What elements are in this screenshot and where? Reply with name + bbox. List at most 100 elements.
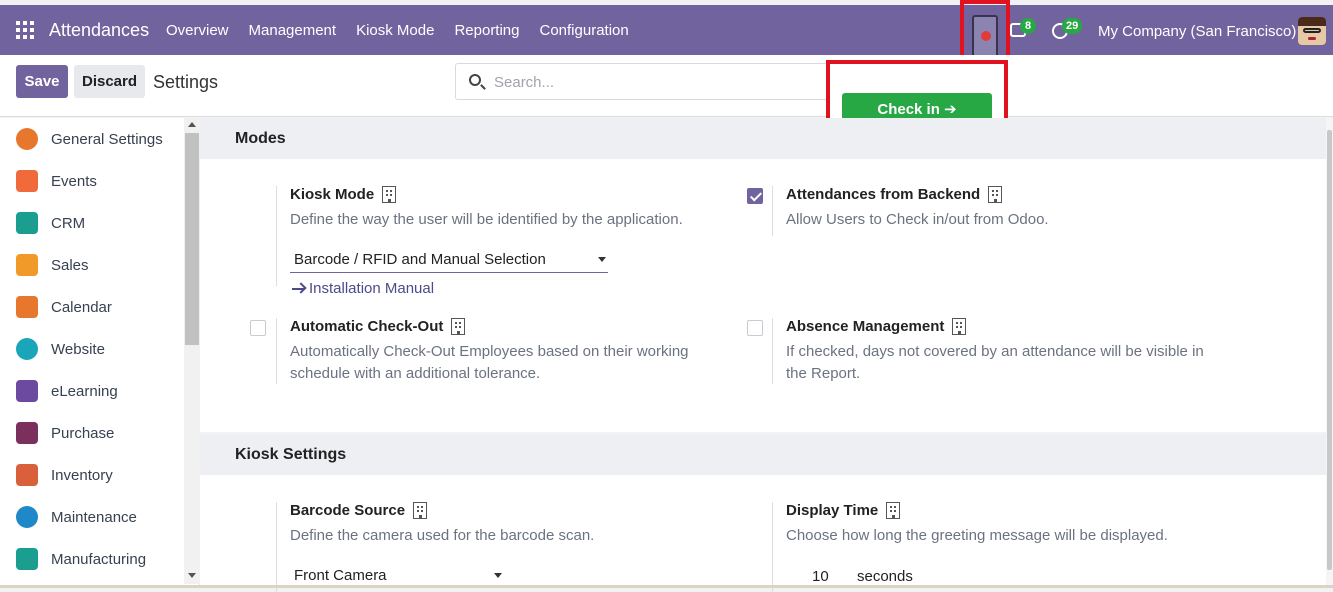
display-time-unit: seconds <box>857 568 913 585</box>
scroll-up-arrow-icon[interactable] <box>188 122 196 127</box>
absence-management-checkbox[interactable] <box>747 320 763 336</box>
menu-configuration[interactable]: Configuration <box>540 22 629 39</box>
page-title: Settings <box>153 72 219 92</box>
company-setting-icon <box>451 318 466 335</box>
sidebar-item-label: eLearning <box>51 382 118 400</box>
setting-description: Define the way the user will be identifi… <box>290 211 683 228</box>
setting-attendances-backend: Attendances from Backend Allow Users to … <box>772 186 1216 236</box>
sidebar-item-label: General Settings <box>51 130 163 148</box>
setting-barcode-source: Barcode Source Define the camera used fo… <box>276 502 720 592</box>
sidebar-item-elearning[interactable]: eLearning <box>16 379 118 403</box>
section-header-kiosk-settings: Kiosk Settings <box>200 434 1326 475</box>
menu-reporting[interactable]: Reporting <box>454 22 519 39</box>
sidebar-item-general-settings[interactable]: General Settings <box>16 127 163 151</box>
settings-content: Modes Kiosk Mode Define the way the user… <box>200 118 1326 592</box>
app-menu-grid-icon[interactable] <box>16 21 34 39</box>
sidebar-item-calendar[interactable]: Calendar <box>16 295 112 319</box>
sidebar-scrollbar-thumb[interactable] <box>185 133 199 345</box>
sidebar-item-label: Website <box>51 340 105 358</box>
company-setting-icon <box>988 186 1003 203</box>
setting-description: Allow Users to Check in/out from Odoo. <box>786 211 1049 228</box>
search-box[interactable] <box>455 63 835 100</box>
sidebar-item-maintenance[interactable]: Maintenance <box>16 505 137 529</box>
sidebar-item-label: Maintenance <box>51 508 137 526</box>
activity-count-badge: 29 <box>1062 18 1083 34</box>
company-switcher[interactable]: My Company (San Francisco) <box>1098 23 1296 40</box>
website-icon <box>16 338 38 360</box>
user-avatar[interactable] <box>1298 17 1326 45</box>
arrow-right-icon <box>292 287 304 290</box>
sidebar-item-label: Inventory <box>51 466 113 484</box>
setting-description: Automatically Check-Out Employees based … <box>290 343 689 382</box>
auto-checkout-checkbox[interactable] <box>250 320 266 336</box>
setting-automatic-checkout: Automatic Check-Out Automatically Check-… <box>276 318 710 385</box>
sidebar-item-events[interactable]: Events <box>16 169 97 193</box>
calendar-icon <box>16 296 38 318</box>
top-navbar: Attendances Overview Management Kiosk Mo… <box>0 5 1333 59</box>
sidebar-item-inventory[interactable]: Inventory <box>16 463 113 487</box>
chevron-down-icon <box>598 257 606 262</box>
sidebar-item-crm[interactable]: CRM <box>16 211 85 235</box>
section-header-modes: Modes <box>200 118 1326 159</box>
highlight-frame-systray <box>960 0 1010 60</box>
sidebar-item-label: CRM <box>51 214 86 232</box>
sidebar-item-label: Manufacturing <box>51 550 147 568</box>
company-setting-icon <box>413 502 428 519</box>
sidebar-item-label: Calendar <box>51 298 112 316</box>
backend-checkbox[interactable] <box>747 188 763 204</box>
main-menu: Overview Management Kiosk Mode Reporting… <box>166 22 629 39</box>
kiosk-mode-select[interactable]: Barcode / RFID and Manual Selection <box>290 247 608 273</box>
sidebar-item-purchase[interactable]: Purchase <box>16 421 114 445</box>
sidebar-item-website[interactable]: Website <box>16 337 105 361</box>
events-icon <box>16 170 38 192</box>
setting-kiosk-mode: Kiosk Mode Define the way the user will … <box>276 186 720 286</box>
setting-absence-management: Absence Management If checked, days not … <box>772 318 1206 385</box>
chevron-down-icon <box>494 573 502 578</box>
menu-overview[interactable]: Overview <box>166 22 229 39</box>
company-setting-icon <box>952 318 967 335</box>
control-panel: Save Discard Settings <box>0 55 1333 117</box>
setting-title: Attendances from Backend <box>786 186 981 203</box>
menu-management[interactable]: Management <box>249 22 337 39</box>
setting-display-time: Display Time Choose how long the greetin… <box>772 502 1216 592</box>
setting-title: Barcode Source <box>290 502 406 519</box>
company-setting-icon <box>886 502 901 519</box>
search-input[interactable] <box>494 72 814 92</box>
crm-icon <box>16 212 38 234</box>
section-body-kiosk-settings: Barcode Source Define the camera used fo… <box>200 475 1326 592</box>
barcode-source-value: Front Camera <box>294 567 387 584</box>
chat-count-badge: 8 <box>1020 18 1036 34</box>
sales-icon <box>16 254 38 276</box>
maintenance-icon <box>16 506 38 528</box>
manufacturing-icon <box>16 548 38 570</box>
sidebar-item-label: Events <box>51 172 97 190</box>
kiosk-mode-select-value: Barcode / RFID and Manual Selection <box>294 251 546 268</box>
setting-title: Kiosk Mode <box>290 186 375 203</box>
menu-kiosk-mode[interactable]: Kiosk Mode <box>356 22 434 39</box>
search-icon <box>469 74 481 86</box>
app-title[interactable]: Attendances <box>49 20 149 41</box>
inventory-icon <box>16 464 38 486</box>
installation-manual-label: Installation Manual <box>309 280 435 297</box>
save-button[interactable]: Save <box>16 65 68 98</box>
setting-description: Choose how long the greeting message wil… <box>786 527 1168 544</box>
discard-button[interactable]: Discard <box>74 65 145 98</box>
company-setting-icon <box>382 186 397 203</box>
section-body-modes: Kiosk Mode Define the way the user will … <box>200 159 1326 432</box>
purchase-icon <box>16 422 38 444</box>
setting-description: Define the camera used for the barcode s… <box>290 527 595 544</box>
settings-sidebar: General Settings Events CRM Sales Calend… <box>0 118 200 588</box>
scroll-down-arrow-icon[interactable] <box>188 573 196 578</box>
setting-description: If checked, days not covered by an atten… <box>786 343 1204 382</box>
sidebar-item-label: Purchase <box>51 424 115 442</box>
sidebar-item-label: Sales <box>51 256 89 274</box>
sidebar-item-sales[interactable]: Sales <box>16 253 89 277</box>
sidebar-item-manufacturing[interactable]: Manufacturing <box>16 547 146 571</box>
elearning-icon <box>16 380 38 402</box>
installation-manual-link[interactable]: Installation Manual <box>292 280 434 297</box>
setting-title: Absence Management <box>786 318 945 335</box>
setting-title: Display Time <box>786 502 879 519</box>
display-time-input[interactable]: 10 <box>812 568 829 585</box>
general-settings-icon <box>16 128 38 150</box>
main-scrollbar-thumb[interactable] <box>1327 130 1332 570</box>
